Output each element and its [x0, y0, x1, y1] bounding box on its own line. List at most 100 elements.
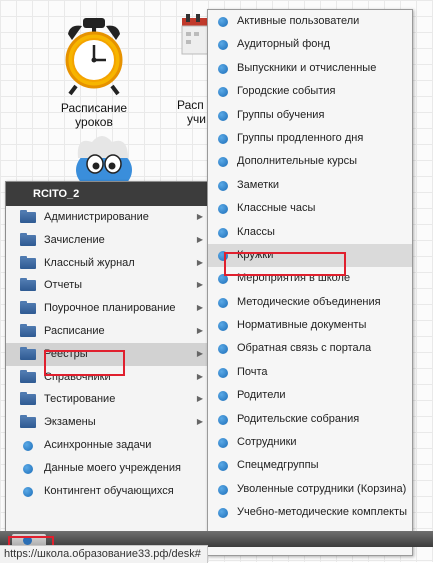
start-menu-item-label: Отчеты — [44, 279, 83, 292]
submenu-item[interactable]: Классы — [208, 221, 412, 244]
start-menu-item[interactable]: Классный журнал ▶ — [6, 252, 211, 275]
submenu-item[interactable]: Дополнительные курсы — [208, 150, 412, 173]
submenu-item[interactable]: Нормативные документы — [208, 314, 412, 337]
chevron-right-icon: ▶ — [196, 417, 203, 427]
chevron-right-icon: ▶ — [196, 212, 203, 221]
submenu-item[interactable]: Городские события — [208, 80, 412, 103]
submenu-item-label: Городские события — [237, 85, 336, 98]
submenu-item-label: Нормативные документы — [237, 319, 367, 332]
app-dot-icon — [218, 297, 228, 308]
submenu-item[interactable]: Мероприятия в школе — [208, 267, 412, 290]
submenu-item[interactable]: Почта — [208, 361, 412, 384]
start-menu: RCITO_2 Администрирование ▶ Зачисление ▶ Кла… — [5, 181, 212, 548]
folder-icon — [20, 210, 36, 223]
mascot-image — [68, 128, 138, 192]
chevron-right-icon: ▶ — [196, 234, 203, 244]
submenu-item-label: Активные пользователи — [237, 15, 360, 27]
chevron-right-icon: ▶ — [196, 371, 203, 381]
chevron-right-icon: ▶ — [196, 257, 203, 267]
start-menu-item[interactable]: Зачисление ▶ — [6, 229, 211, 252]
start-menu-item[interactable]: Расписание ▶ — [6, 320, 211, 343]
chevron-right-icon: ▶ — [196, 348, 203, 358]
submenu-item-label: Учебно-методические комплекты — [237, 506, 408, 519]
submenu-item-label: Классы — [237, 225, 275, 238]
start-menu-item[interactable]: Асинхронные задачи — [6, 434, 211, 457]
app-dot-icon — [218, 414, 228, 425]
start-menu-item-label: Контингент обучающихся — [44, 484, 174, 497]
app-dot-icon — [218, 344, 228, 355]
folder-icon — [20, 232, 36, 246]
submenu-item-label: Аудиторный фонд — [237, 38, 330, 51]
desktop-icon-label: Расп — [177, 98, 204, 112]
chevron-right-icon: ▶ — [196, 303, 203, 313]
app-dot-icon — [218, 180, 228, 191]
submenu-item[interactable]: Классные часы — [208, 197, 412, 220]
start-menu-item-label: Экзамены — [44, 416, 96, 429]
desktop-icon-label: учи — [187, 112, 206, 126]
submenu-item[interactable]: Сотрудники — [208, 431, 412, 454]
app-dot-icon — [218, 367, 228, 378]
submenu-item[interactable]: Аудиторный фонд — [208, 33, 412, 56]
app-dot-icon — [218, 274, 228, 285]
submenu-item[interactable]: Активные пользователи — [208, 10, 412, 33]
app-dot-icon — [218, 438, 228, 449]
start-menu-item[interactable]: Тестирование ▶ — [6, 388, 211, 411]
start-menu-item-label: Расписание — [44, 324, 105, 337]
folder-icon — [20, 323, 36, 337]
start-logo-icon — [23, 536, 32, 545]
app-dot-icon — [218, 484, 228, 495]
folder-icon — [20, 369, 36, 383]
app-dot-icon — [218, 133, 228, 144]
start-menu-item-label: Администрирование — [44, 211, 149, 223]
start-menu-item[interactable]: Экзамены ▶ — [6, 411, 211, 434]
app-dot-icon — [23, 440, 33, 451]
submenu-item[interactable]: Заметки — [208, 174, 412, 197]
submenu-item[interactable]: Группы обучения — [208, 104, 412, 127]
app-dot-icon — [218, 204, 228, 215]
app-dot-icon — [218, 227, 228, 238]
submenu-item-label: Почта — [237, 365, 268, 378]
chevron-right-icon: ▶ — [196, 280, 203, 290]
app-dot-icon — [218, 40, 228, 51]
submenu-item-label: Мероприятия в школе — [237, 272, 351, 285]
app-dot-icon — [218, 508, 228, 519]
app-dot-icon — [218, 17, 228, 27]
start-menu-item[interactable]: Справочники ▶ — [6, 366, 211, 389]
submenu-item[interactable]: Выпускники и отчисленные — [208, 57, 412, 80]
submenu-item-label: Заметки — [237, 178, 280, 191]
app-dot-icon — [218, 63, 228, 74]
folder-icon — [20, 415, 36, 429]
chevron-right-icon: ▶ — [196, 325, 203, 335]
start-menu-item[interactable]: Контингент обучающихся — [6, 480, 211, 503]
desktop-icon-schedule[interactable]: Расписание уроков — [44, 16, 144, 129]
desktop-icon-teacher-schedule[interactable]: Расп учи — [170, 12, 211, 126]
submenu-item[interactable]: Группы продленного дня — [208, 127, 412, 150]
folder-icon — [20, 346, 36, 360]
desktop-icon-label: уроков — [75, 115, 113, 129]
app-dot-icon — [218, 157, 228, 168]
start-menu-item-label: Зачисление — [44, 233, 105, 246]
submenu-item-label: Родители — [237, 389, 286, 402]
submenu-item-label: Группы продленного дня — [237, 131, 364, 144]
start-menu-item-label: Реестры — [44, 347, 88, 360]
submenu-item-label: Сотрудники — [237, 436, 297, 449]
submenu-item-label: Классные часы — [237, 202, 316, 215]
app-dot-icon — [23, 486, 33, 497]
submenu-item[interactable]: Кружки — [208, 243, 412, 268]
submenu-item-label: Выпускники и отчисленные — [237, 61, 377, 74]
submenu-item[interactable]: Методические объединения — [208, 291, 412, 314]
start-menu-item[interactable]: Отчеты ▶ — [6, 274, 211, 297]
submenu-item[interactable]: Спецмедгруппы — [208, 454, 412, 477]
status-bar-url: https://школа.образование33.рф/desk# — [0, 545, 208, 563]
start-menu-title: RCITO_2 — [6, 182, 211, 206]
submenu-item[interactable]: Учебно-методические комплекты — [208, 501, 412, 524]
start-menu-item[interactable]: Администрирование ▶ — [6, 206, 211, 229]
start-menu-item[interactable]: Данные моего учреждения — [6, 457, 211, 480]
desktop-icon-label: Расписание — [60, 101, 128, 115]
start-menu-item[interactable]: Поурочное планирование ▶ — [6, 297, 211, 320]
submenu-item[interactable]: Уволенные сотрудники (Корзина) — [208, 478, 412, 501]
submenu-item[interactable]: Обратная связь с портала — [208, 337, 412, 360]
submenu-item[interactable]: Родительские собрания — [208, 408, 412, 431]
start-menu-item[interactable]: Реестры ▶ — [6, 342, 211, 366]
submenu-item[interactable]: Родители — [208, 384, 412, 407]
